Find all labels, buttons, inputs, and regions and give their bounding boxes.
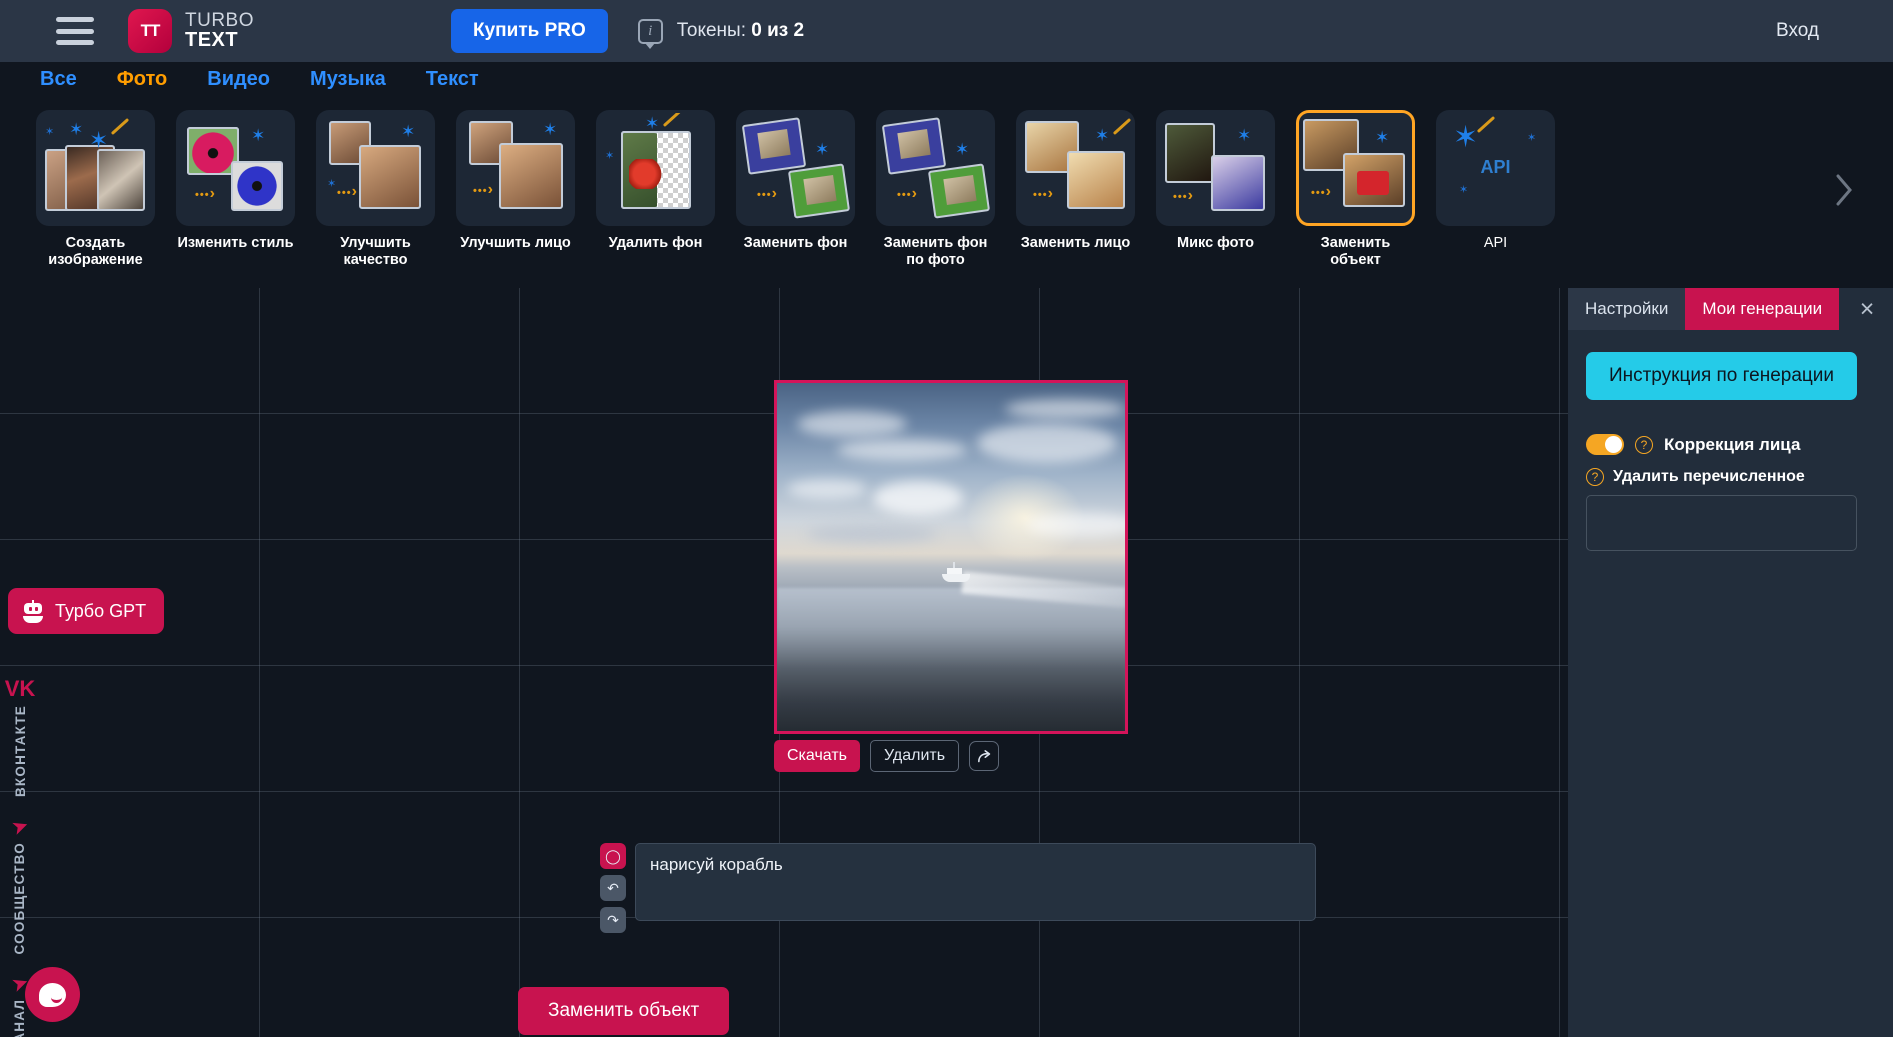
tool-thumbnail: ✶ › — [736, 110, 855, 226]
robot-icon — [22, 600, 44, 623]
tool-card-label: Удалить фон — [608, 235, 703, 251]
remove-listed-input[interactable] — [1586, 495, 1857, 551]
logo-mark: TT — [128, 9, 172, 53]
tokens-indicator: i Токены: 0 из 2 — [637, 18, 804, 49]
logo-text-turbo: TURBO — [185, 9, 254, 31]
logo[interactable]: TT TURBO TEXT — [128, 9, 254, 53]
tab-settings[interactable]: Настройки — [1568, 288, 1686, 330]
question-icon[interactable]: ? — [1586, 468, 1604, 486]
info-icon[interactable]: i — [637, 18, 663, 49]
social-link-community[interactable]: ➤ СООБЩЕСТВО — [8, 813, 32, 955]
tool-thumbnail: ✶ › — [1296, 110, 1415, 226]
tool-card-replace-face[interactable]: ✶ › Заменить лицо — [1016, 110, 1135, 275]
tool-card-label: Заменить объект — [1320, 235, 1391, 268]
face-correction-row: ? Коррекция лица — [1586, 434, 1893, 455]
tool-card-label: Изменить стиль — [177, 235, 294, 251]
vk-icon: VK — [4, 676, 36, 701]
tool-card-label: Заменить фон — [743, 235, 848, 251]
tab-photo[interactable]: Фото — [117, 68, 168, 91]
tool-card-label: Создать изображение — [48, 235, 143, 268]
logo-text-text: TEXT — [185, 29, 239, 52]
tool-thumbnail: ✶ ✶ ✶ API — [1436, 110, 1555, 226]
tool-card-replace-background[interactable]: ✶ › Заменить фон — [736, 110, 855, 275]
water-reflection — [777, 588, 1125, 731]
telegram-icon: ➤ — [8, 813, 32, 841]
tool-card-replace-background-by-photo[interactable]: ✶ › Заменить фон по фото — [876, 110, 995, 275]
tool-card-api[interactable]: ✶ ✶ ✶ API API — [1436, 110, 1555, 275]
social-link-label: ВКОНТАКТЕ — [12, 705, 28, 798]
chevron-right-icon[interactable] — [1827, 160, 1861, 220]
tokens-value: 0 из 2 — [751, 20, 805, 41]
prompt-side-actions: ◯ ↶ ↷ — [600, 843, 626, 933]
tool-card-create-image[interactable]: ✶ ✶ ✶ Создать изображение — [36, 110, 155, 275]
download-button[interactable]: Скачать — [774, 740, 860, 772]
remove-listed-row: ? Удалить перечисленное — [1586, 468, 1893, 486]
share-icon[interactable] — [969, 741, 1000, 771]
tool-card-label: Микс фото — [1177, 235, 1254, 251]
face-correction-label: Коррекция лица — [1664, 434, 1801, 454]
result-image-container — [774, 380, 1128, 734]
chat-bubble-icon — [39, 982, 66, 1007]
close-icon[interactable]: × — [1841, 288, 1893, 330]
chat-widget-button[interactable] — [25, 967, 80, 1022]
tool-thumbnail: ✶ › — [1016, 110, 1135, 226]
tool-card-mix-photo[interactable]: ✶ › Микс фото — [1156, 110, 1275, 275]
turbo-gpt-label: Турбо GPT — [55, 600, 147, 621]
tool-thumbnail: ✶ › — [456, 110, 575, 226]
clear-icon[interactable]: ◯ — [600, 843, 626, 869]
tool-thumbnail: ✶ ✶ ✶ — [36, 110, 155, 226]
right-panel: Настройки Мои генерации × Инструкция по … — [1568, 288, 1893, 1037]
prompt-input[interactable] — [635, 843, 1316, 921]
tool-card-list: ✶ ✶ ✶ Создать изображение ✶ › Изменить с… — [0, 110, 1893, 275]
undo-icon[interactable]: ↶ — [600, 875, 626, 901]
tool-card-label: API — [1483, 235, 1508, 251]
top-bar: TT TURBO TEXT Купить PRO i Токены: 0 из … — [0, 0, 1893, 62]
face-correction-toggle[interactable] — [1586, 434, 1624, 455]
submit-button[interactable]: Заменить объект — [518, 987, 730, 1035]
tokens-label: Токены: 0 из 2 — [677, 20, 804, 42]
delete-button[interactable]: Удалить — [870, 740, 960, 772]
buy-pro-button[interactable]: Купить PRO — [451, 9, 608, 53]
tool-thumbnail: ✶ › — [876, 110, 995, 226]
social-link-label: СООБЩЕСТВО — [12, 842, 28, 955]
boat — [942, 562, 970, 582]
login-button[interactable]: Вход — [1776, 0, 1893, 62]
category-tabs: Все Фото Видео Музыка Текст — [0, 62, 1893, 96]
image-action-bar: Скачать Удалить — [774, 740, 1000, 772]
redo-icon[interactable]: ↷ — [600, 907, 626, 933]
tool-card-replace-object[interactable]: ✶ › Заменить объект — [1296, 110, 1415, 275]
tool-card-label: Заменить фон по фото — [883, 235, 988, 268]
tokens-prefix: Токены: — [676, 20, 752, 41]
tool-card-improve-face[interactable]: ✶ › Улучшить лицо — [456, 110, 575, 275]
tool-card-label: Заменить лицо — [1020, 235, 1131, 251]
tab-text[interactable]: Текст — [426, 68, 479, 91]
social-link-label: КАНАЛ — [12, 999, 28, 1037]
tool-thumbnail: ✶ › — [1156, 110, 1275, 226]
tab-my-generations[interactable]: Мои генерации — [1685, 288, 1840, 330]
tool-thumbnail: ✶ › — [176, 110, 295, 226]
social-link-vk[interactable]: VK ВКОНТАКТЕ — [4, 676, 36, 798]
question-icon[interactable]: ? — [1635, 435, 1653, 454]
right-panel-tabs: Настройки Мои генерации × — [1568, 288, 1893, 330]
result-image[interactable] — [774, 380, 1128, 734]
tool-card-change-style[interactable]: ✶ › Изменить стиль — [176, 110, 295, 275]
instruction-button[interactable]: Инструкция по генерации — [1586, 352, 1857, 400]
remove-listed-label: Удалить перечисленное — [1613, 468, 1805, 485]
tool-card-label: Улучшить качество — [340, 235, 411, 268]
tab-video[interactable]: Видео — [207, 68, 270, 91]
hamburger-menu-icon[interactable] — [56, 17, 94, 45]
tool-thumbnail: ✶ ✶ › — [316, 110, 435, 226]
tab-music[interactable]: Музыка — [310, 68, 386, 91]
tool-card-improve-quality[interactable]: ✶ ✶ › Улучшить качество — [316, 110, 435, 275]
tab-all[interactable]: Все — [40, 68, 77, 91]
tool-card-remove-background[interactable]: ✶ ✶ Удалить фон — [596, 110, 715, 275]
tool-card-label: Улучшить лицо — [460, 235, 571, 251]
tool-thumbnail: ✶ ✶ — [596, 110, 715, 226]
prompt-row: ◯ ↶ ↷ — [600, 843, 1316, 933]
turbo-gpt-button[interactable]: Турбо GPT — [8, 588, 165, 634]
